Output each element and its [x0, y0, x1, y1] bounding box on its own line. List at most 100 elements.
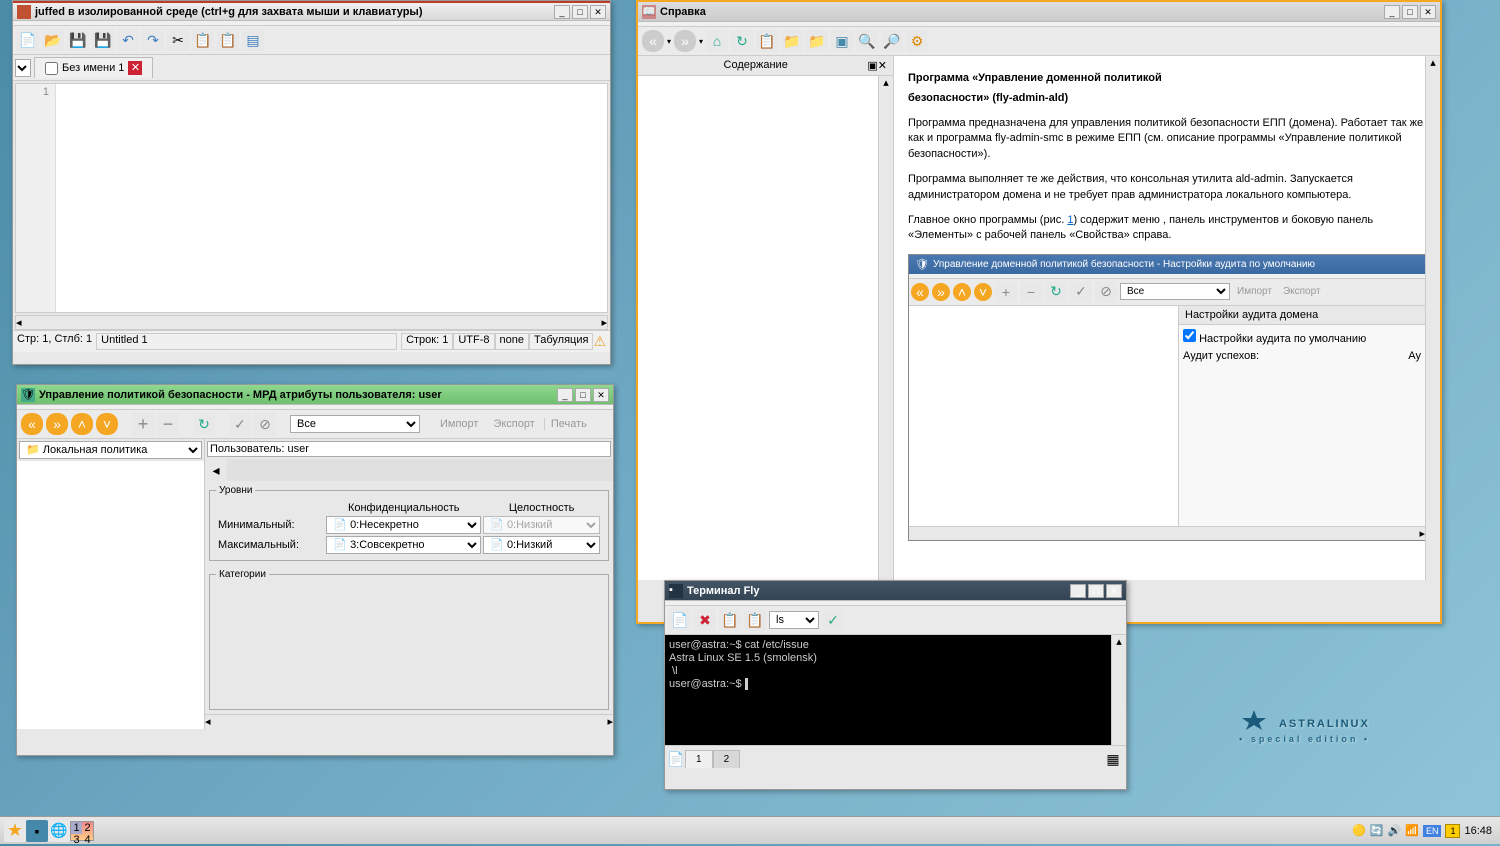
- v-scrollbar[interactable]: ▴: [1111, 635, 1126, 745]
- close-tab-icon[interactable]: ✕: [128, 61, 142, 75]
- policy-tree[interactable]: [17, 461, 204, 729]
- run-button[interactable]: ✓: [822, 609, 844, 631]
- cancel-button[interactable]: ⊘: [254, 413, 276, 435]
- nav-back-button[interactable]: «: [642, 30, 664, 52]
- category-select[interactable]: Все: [290, 415, 420, 433]
- minimize-button[interactable]: _: [557, 388, 573, 402]
- minimize-button[interactable]: _: [1384, 5, 1400, 19]
- workspace-indicator[interactable]: 1: [1445, 824, 1460, 838]
- tab-checkbox[interactable]: [45, 62, 58, 75]
- export-button[interactable]: Экспорт: [487, 418, 540, 430]
- maximize-button[interactable]: □: [575, 388, 591, 402]
- minimize-button[interactable]: _: [554, 5, 570, 19]
- split-button[interactable]: ▦: [1102, 748, 1124, 770]
- paste-button[interactable]: 📋: [744, 609, 766, 631]
- import-button[interactable]: Импорт: [434, 418, 484, 430]
- close-button[interactable]: ✕: [1106, 584, 1122, 598]
- saveall-button[interactable]: 💾: [92, 29, 114, 51]
- max-intg-select[interactable]: 📄 0:Низкий: [483, 536, 600, 554]
- taskbar: ★ ▪ 🌐 1234 🟡 🔄 🔊 📶 EN 1 16:48: [0, 816, 1500, 844]
- new-tab-button[interactable]: 📄: [669, 609, 691, 631]
- undo-button[interactable]: ↶: [117, 29, 139, 51]
- close-button[interactable]: ✕: [1420, 5, 1436, 19]
- nav-fwd-button[interactable]: »: [674, 30, 696, 52]
- editor-area[interactable]: [56, 84, 607, 312]
- open-button[interactable]: 📂: [42, 29, 64, 51]
- help-titlebar[interactable]: 📖 Справка _ □ ✕: [638, 2, 1440, 22]
- terminal-output[interactable]: user@astra:~$ cat /etc/issue Astra Linux…: [665, 635, 1111, 745]
- bookmark-button[interactable]: ▣: [831, 30, 853, 52]
- home-button[interactable]: ⌂: [706, 30, 728, 52]
- terminal-window: ▪ Терминал Fly _ □ ✕ 📄 ✖ 📋 📋 ls ✓ user@a…: [664, 580, 1127, 790]
- h-scrollbar[interactable]: ◂▸: [205, 714, 613, 729]
- close-panel-icon[interactable]: ✕: [878, 59, 887, 72]
- v-scrollbar[interactable]: ▴: [1425, 56, 1440, 580]
- workspace-switcher[interactable]: 1234: [70, 821, 94, 841]
- lang-indicator[interactable]: EN: [1423, 825, 1442, 837]
- tray-icon[interactable]: 🟡: [1352, 824, 1366, 837]
- max-conf-select[interactable]: 📄 3:Совсекретно: [326, 536, 481, 554]
- new-file-button[interactable]: 📄: [17, 29, 39, 51]
- cmd-select[interactable]: ls: [769, 611, 819, 629]
- network-icon[interactable]: 📶: [1405, 824, 1419, 837]
- detach-icon[interactable]: ▣: [867, 59, 877, 72]
- copy-button[interactable]: 📋: [719, 609, 741, 631]
- refresh-button[interactable]: ↻: [193, 413, 215, 435]
- juffed-titlebar[interactable]: juffed в изолированной среде (ctrl+g для…: [13, 1, 610, 21]
- v-scrollbar[interactable]: ▴: [878, 76, 893, 580]
- categories-fieldset: Категории: [209, 569, 609, 710]
- nav-down-button[interactable]: ˅: [96, 413, 118, 435]
- min-conf-select[interactable]: 📄 0:Несекретно: [326, 516, 481, 534]
- remove-button[interactable]: −: [157, 413, 179, 435]
- terminal-titlebar[interactable]: ▪ Терминал Fly _ □ ✕: [665, 581, 1126, 601]
- nav-fwd-button[interactable]: »: [46, 413, 68, 435]
- shield-icon: 🛡: [21, 388, 35, 402]
- term-tab-2[interactable]: 2: [713, 750, 741, 768]
- nav-up-button[interactable]: ˄: [71, 413, 93, 435]
- maximize-button[interactable]: □: [1402, 5, 1418, 19]
- volume-icon[interactable]: 🔊: [1388, 824, 1402, 837]
- reload-button[interactable]: ↻: [731, 30, 753, 52]
- tray-icon[interactable]: 🔄: [1370, 824, 1384, 837]
- find-next-button[interactable]: 🔎: [881, 30, 903, 52]
- system-tray: 🟡 🔄 🔊 📶 EN 1 16:48: [1348, 824, 1496, 838]
- tb-btn-2[interactable]: 📁: [806, 30, 828, 52]
- save-button[interactable]: 💾: [67, 29, 89, 51]
- print-button[interactable]: Печать: [544, 418, 593, 430]
- help-toc-tree[interactable]: ▴: [638, 76, 893, 580]
- dropdown-selector[interactable]: [15, 59, 31, 77]
- policy-titlebar[interactable]: 🛡 Управление политикой безопасности - МР…: [17, 385, 613, 405]
- juffed-title: juffed в изолированной среде (ctrl+g для…: [35, 6, 554, 18]
- file-tab[interactable]: Без имени 1 ✕: [34, 57, 153, 78]
- user-field[interactable]: [207, 441, 611, 457]
- maximize-button[interactable]: □: [572, 5, 588, 19]
- nav-back-button[interactable]: «: [21, 413, 43, 435]
- sessions-button[interactable]: ▤: [242, 29, 264, 51]
- apply-button[interactable]: ✓: [229, 413, 251, 435]
- copy-button[interactable]: 📋: [192, 29, 214, 51]
- redo-button[interactable]: ↷: [142, 29, 164, 51]
- add-button[interactable]: +: [132, 413, 154, 435]
- juffed-icon: [17, 5, 31, 19]
- clock[interactable]: 16:48: [1464, 825, 1492, 837]
- juffed-window: juffed в изолированной среде (ctrl+g для…: [12, 0, 611, 365]
- paste-button[interactable]: 📋: [217, 29, 239, 51]
- start-button[interactable]: ★: [4, 820, 26, 842]
- breadcrumb-select[interactable]: 📁 Локальная политика: [19, 441, 202, 459]
- new-term-tab-button[interactable]: 📄: [667, 750, 685, 768]
- term-tab-1[interactable]: 1: [685, 750, 713, 768]
- minimize-button[interactable]: _: [1070, 584, 1086, 598]
- cut-button[interactable]: ✂: [167, 29, 189, 51]
- close-tab-button[interactable]: ✖: [694, 609, 716, 631]
- h-scrollbar[interactable]: ◂▸: [15, 315, 608, 330]
- maximize-button[interactable]: □: [1088, 584, 1104, 598]
- tb-btn-1[interactable]: 📁: [781, 30, 803, 52]
- config-button[interactable]: ⚙: [906, 30, 928, 52]
- browser-launcher[interactable]: 🌐: [48, 820, 70, 842]
- filemanager-launcher[interactable]: ▪: [26, 820, 48, 842]
- close-button[interactable]: ✕: [593, 388, 609, 402]
- find-button[interactable]: 🔍: [856, 30, 878, 52]
- close-button[interactable]: ✕: [590, 5, 606, 19]
- help-content: Программа «Управление доменной политикой…: [894, 56, 1440, 580]
- copy-button[interactable]: 📋: [756, 30, 778, 52]
